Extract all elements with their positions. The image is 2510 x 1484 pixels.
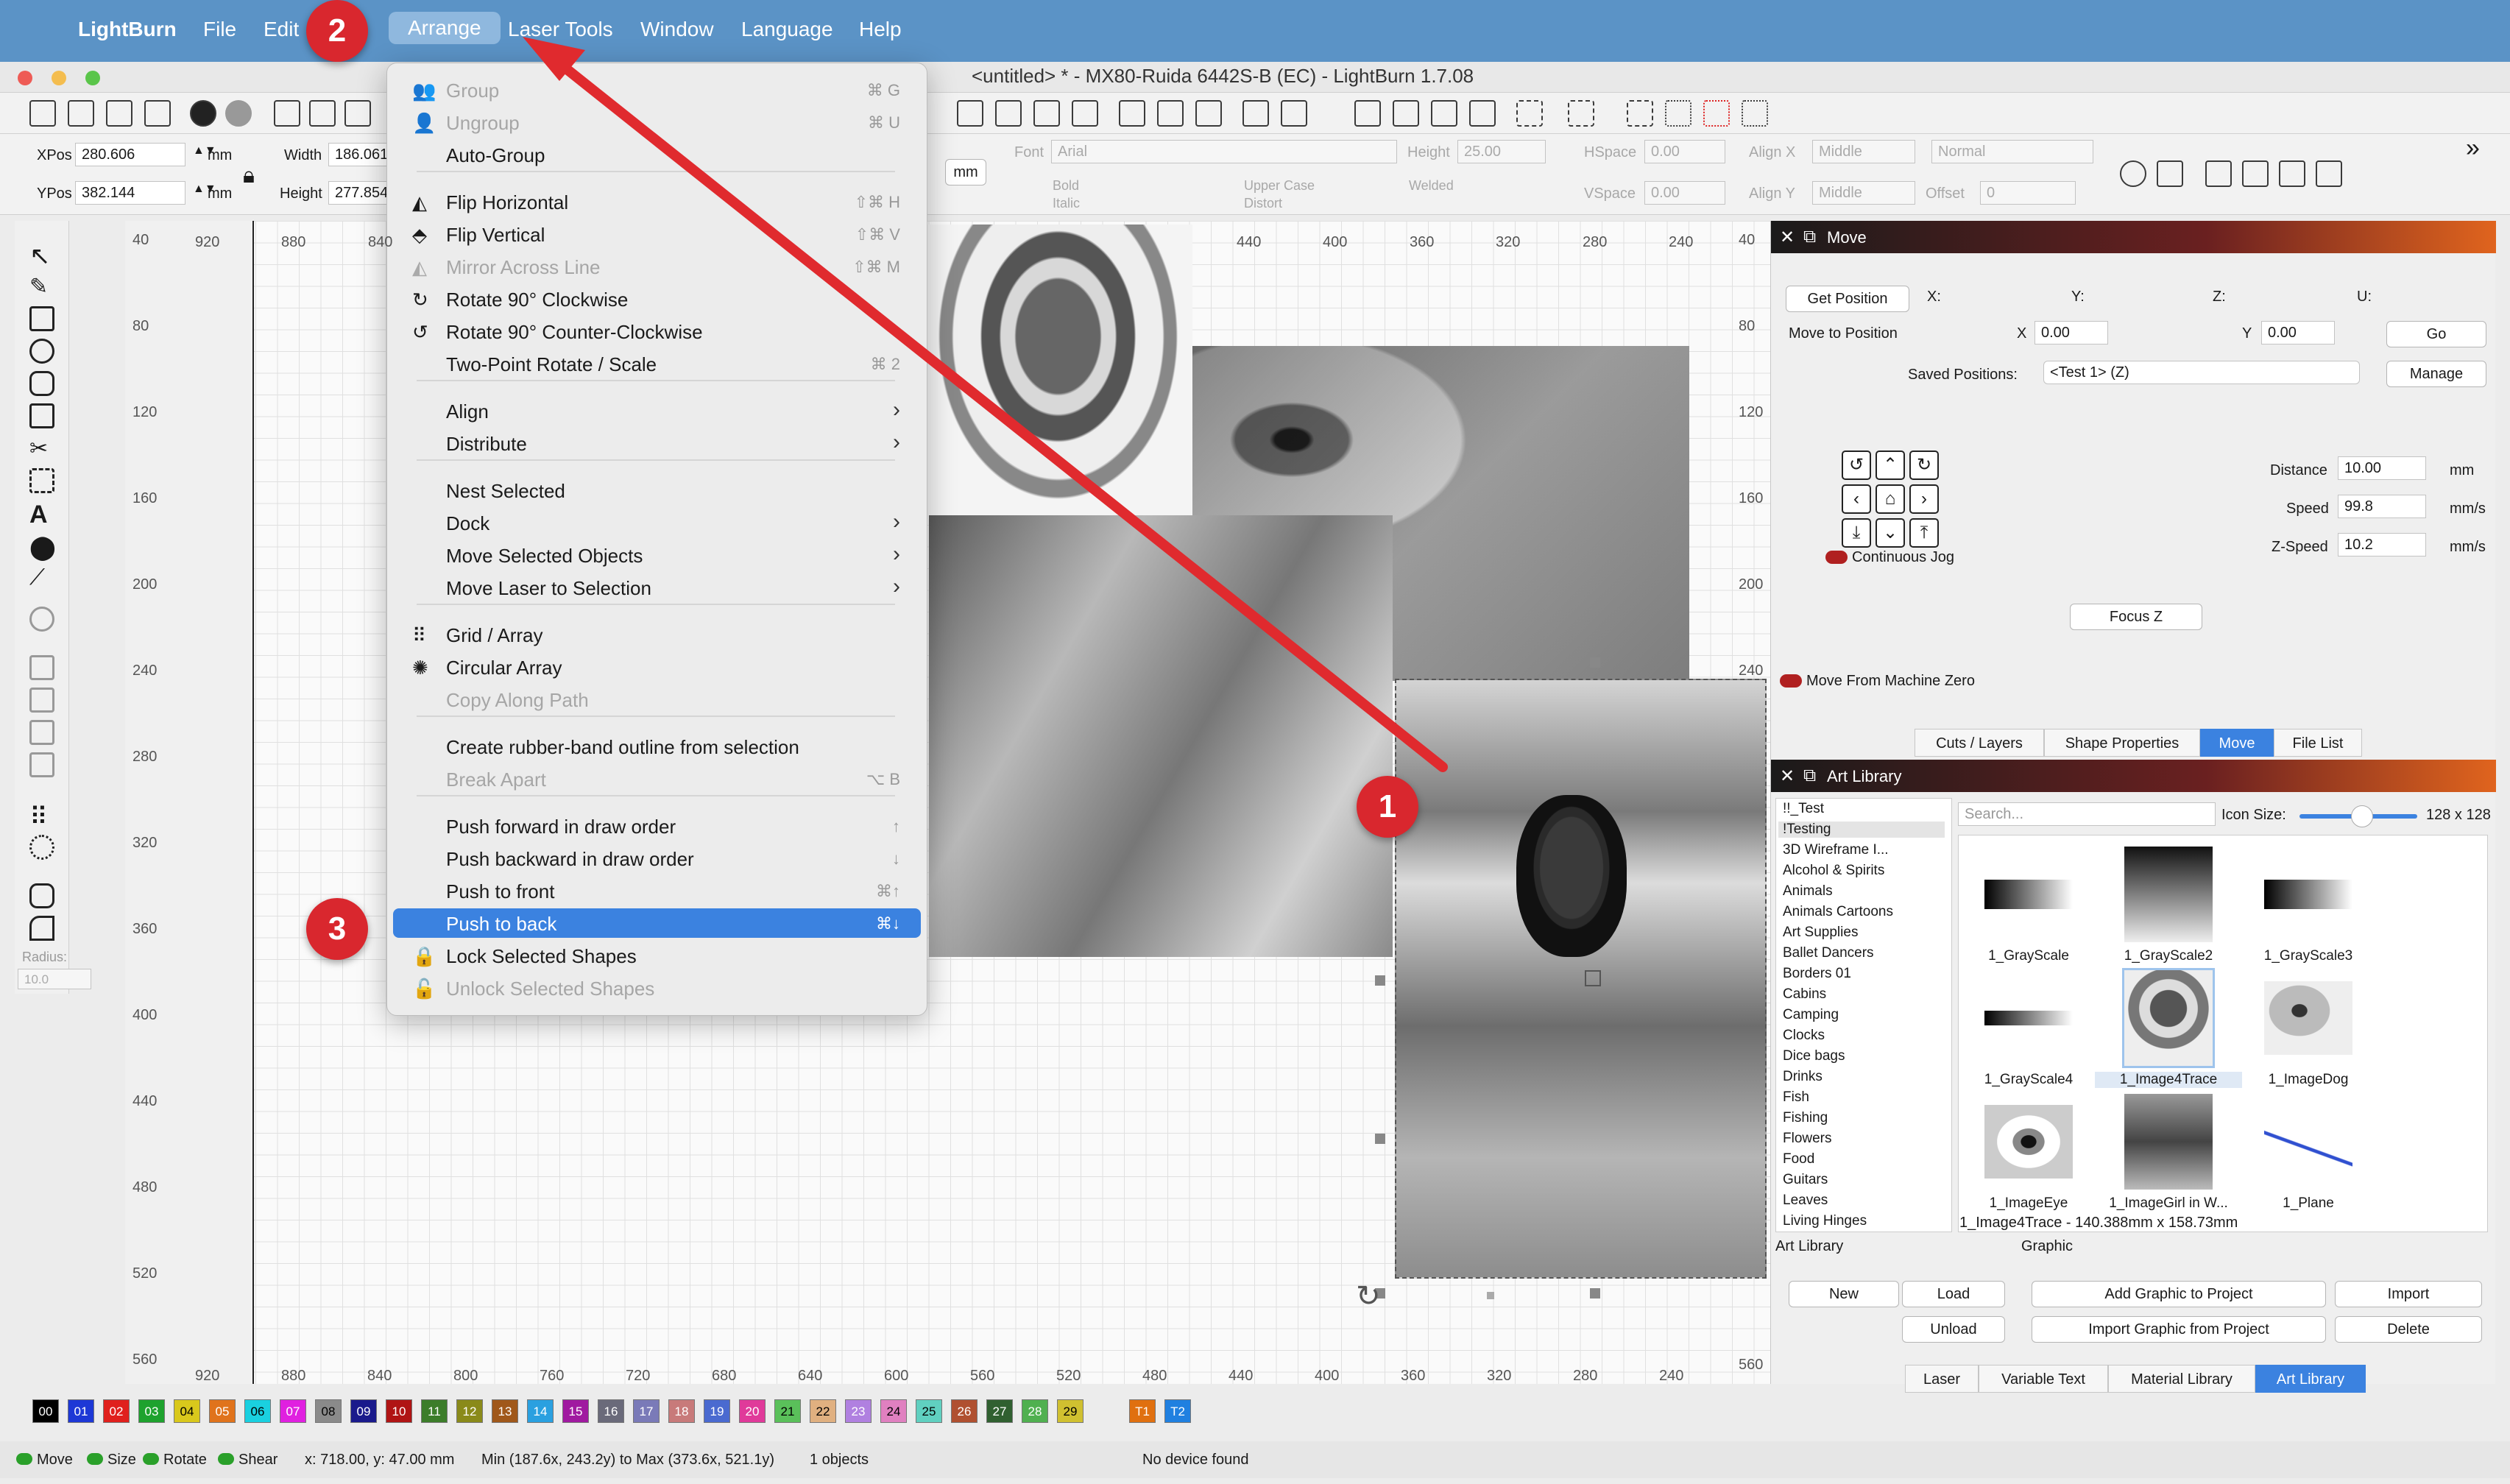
ruler-tick-label: 480 xyxy=(1142,1368,1167,1384)
ruler-tick-label: 360 xyxy=(132,921,158,937)
ruler-tick-label: 240 xyxy=(1669,234,1694,250)
ruler-tick-label: 880 xyxy=(281,1368,306,1384)
ruler-tick-label: 40 xyxy=(1739,232,1756,248)
ruler-tick-label: 200 xyxy=(1739,576,1764,593)
annotation-arrow xyxy=(523,37,1448,772)
ruler-tick-label: 160 xyxy=(1739,490,1764,506)
ruler-tick-label: 320 xyxy=(1496,234,1521,250)
ruler-tick-label: 360 xyxy=(1401,1368,1426,1384)
ruler-tick-label: 400 xyxy=(1323,234,1348,250)
annotation-badge-1: 1 xyxy=(1357,776,1418,838)
ruler-tick-label: 280 xyxy=(1573,1368,1598,1384)
ruler-tick-label: 280 xyxy=(1583,234,1608,250)
ruler-tick-label: 440 xyxy=(132,1093,158,1109)
ruler-tick-label: 120 xyxy=(132,404,158,420)
ruler-tick-label: 80 xyxy=(132,318,149,334)
annotation-badge-3: 3 xyxy=(306,898,368,960)
ruler-tick-label: 360 xyxy=(1410,234,1435,250)
ruler-tick-label: 560 xyxy=(1739,1357,1764,1373)
ruler-tick-label: 520 xyxy=(132,1265,158,1282)
ruler-tick-label: 160 xyxy=(132,490,158,506)
ruler-tick-label: 320 xyxy=(132,835,158,851)
ruler-tick-label: 240 xyxy=(1659,1368,1684,1384)
ruler-tick-label: 440 xyxy=(1237,234,1262,250)
ruler-tick-label: 560 xyxy=(132,1352,158,1368)
ruler-tick-label: 480 xyxy=(132,1179,158,1195)
ruler-tick-label: 640 xyxy=(798,1368,823,1384)
ruler-tick-label: 400 xyxy=(132,1007,158,1023)
ruler-tick-label: 920 xyxy=(195,1368,220,1384)
ruler-tick-label: 600 xyxy=(884,1368,909,1384)
ruler-tick-label: 440 xyxy=(1229,1368,1254,1384)
ruler-tick-label: 520 xyxy=(1056,1368,1081,1384)
ruler-tick-label: 80 xyxy=(1739,318,1756,334)
ruler-tick-label: 680 xyxy=(712,1368,737,1384)
ruler-tick-label: 760 xyxy=(540,1368,565,1384)
ruler-tick-label: 720 xyxy=(626,1368,651,1384)
annotation-badge-2: 2 xyxy=(306,0,368,62)
ruler-tick-label: 320 xyxy=(1487,1368,1512,1384)
ruler-tick-label: 880 xyxy=(281,234,306,250)
ruler-tick-label: 800 xyxy=(453,1368,478,1384)
ruler-tick-label: 280 xyxy=(132,749,158,765)
ruler-tick-label: 840 xyxy=(368,234,393,250)
ruler-tick-label: 120 xyxy=(1739,404,1764,420)
ruler-tick-label: 200 xyxy=(132,576,158,593)
ruler-tick-label: 400 xyxy=(1315,1368,1340,1384)
ruler-tick-label: 40 xyxy=(132,232,149,248)
ruler-tick-label: 240 xyxy=(132,662,158,679)
ruler-tick-label: 240 xyxy=(1739,662,1764,679)
ruler-tick-label: 560 xyxy=(970,1368,995,1384)
ruler-tick-label: 840 xyxy=(367,1368,392,1384)
ruler-tick-label: 920 xyxy=(195,234,220,250)
